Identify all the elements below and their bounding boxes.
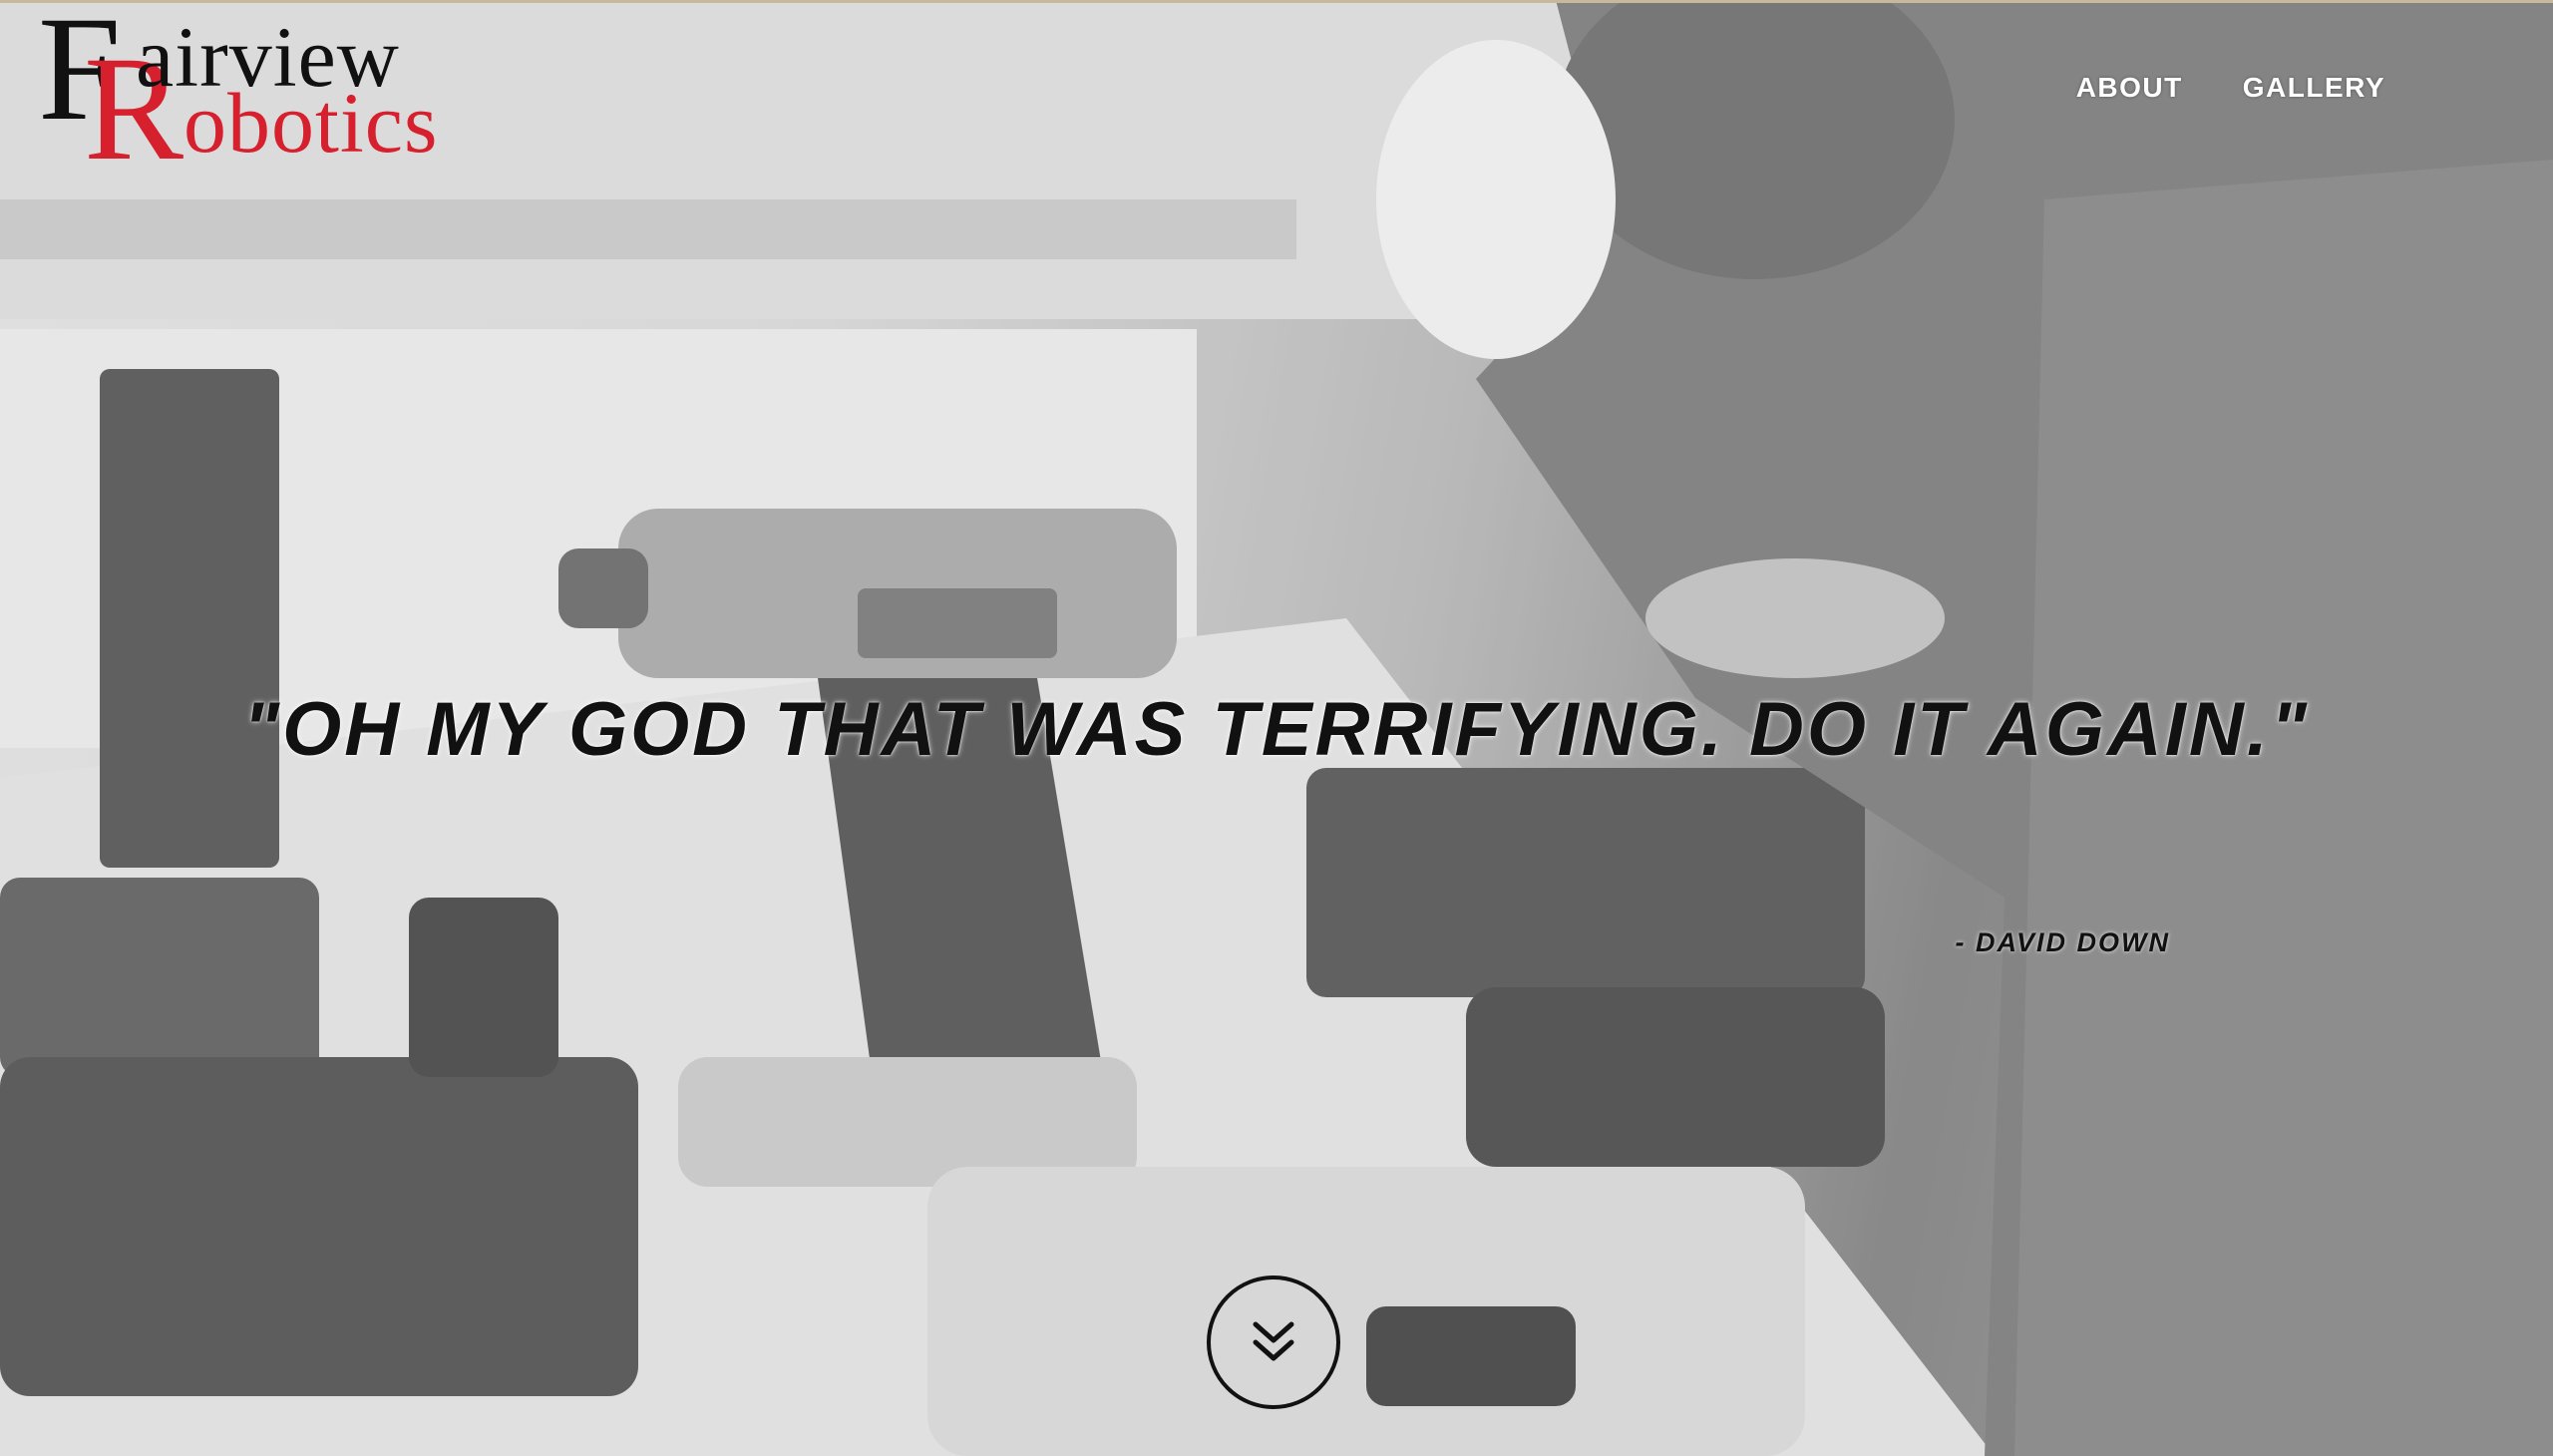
double-chevron-down-icon bbox=[1253, 1321, 1294, 1361]
logo-word-robotics: obotics bbox=[183, 75, 439, 171]
scroll-down-button[interactable] bbox=[1207, 1275, 1340, 1409]
hero-section: F R airview obotics ABOUT GALLERY "OH MY… bbox=[0, 0, 2553, 1456]
nav-link-about[interactable]: ABOUT bbox=[2076, 72, 2183, 104]
top-accent-line bbox=[0, 0, 2553, 3]
main-nav: ABOUT GALLERY bbox=[2076, 72, 2385, 104]
site-logo[interactable]: F R airview obotics bbox=[38, 0, 556, 183]
hero-quote: "OH MY GOD THAT WAS TERRIFYING. DO IT AG… bbox=[243, 687, 2310, 772]
nav-link-gallery[interactable]: GALLERY bbox=[2243, 72, 2385, 104]
quote-attribution: - DAVID DOWN bbox=[1955, 927, 2170, 957]
